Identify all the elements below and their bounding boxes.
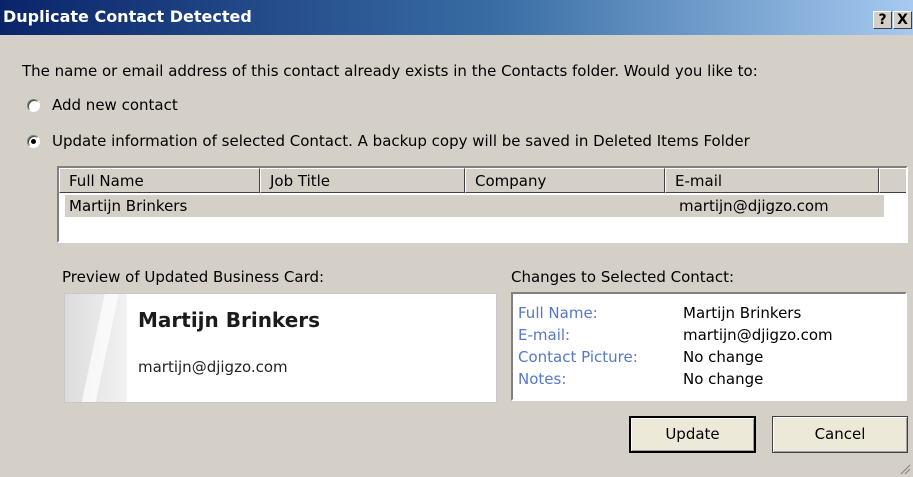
title-bar[interactable]: Duplicate Contact Detected ? X xyxy=(0,0,913,35)
change-field: Full Name: xyxy=(518,304,598,322)
change-value: No change xyxy=(683,348,764,366)
table-row[interactable]: Martijn Brinkers martijn@djigzo.com xyxy=(65,195,884,217)
update-button[interactable]: Update xyxy=(629,416,756,453)
list-header: Full Name Job Title Company E-mail xyxy=(59,168,906,193)
card-name: Martijn Brinkers xyxy=(138,308,321,332)
cell-email: martijn@djigzo.com xyxy=(679,197,829,215)
business-card-preview: Martijn Brinkers martijn@djigzo.com xyxy=(64,293,497,403)
resize-grip-icon[interactable] xyxy=(899,463,911,475)
card-email: martijn@djigzo.com xyxy=(138,358,288,376)
prompt-text: The name or email address of this contac… xyxy=(22,62,758,80)
help-button[interactable]: ? xyxy=(873,11,892,29)
update-contact-label: Update information of selected Contact. … xyxy=(52,132,750,150)
preview-label: Preview of Updated Business Card: xyxy=(62,268,325,286)
change-value: No change xyxy=(683,370,764,388)
duplicate-contact-dialog: Duplicate Contact Detected ? X The name … xyxy=(0,0,913,477)
change-field: Contact Picture: xyxy=(518,348,638,366)
update-contact-option[interactable]: Update information of selected Contact. … xyxy=(27,132,750,150)
change-field: Notes: xyxy=(518,370,567,388)
change-value: martijn@djigzo.com xyxy=(683,326,833,344)
update-contact-radio[interactable] xyxy=(27,134,40,148)
column-company[interactable]: Company xyxy=(465,168,665,193)
add-new-contact-radio[interactable] xyxy=(27,98,40,112)
add-new-contact-option[interactable]: Add new contact xyxy=(27,96,178,114)
changes-label: Changes to Selected Contact: xyxy=(511,268,735,286)
changes-panel: Full Name: Martijn Brinkers E-mail: mart… xyxy=(511,292,907,401)
column-job-title[interactable]: Job Title xyxy=(260,168,465,193)
cell-full-name: Martijn Brinkers xyxy=(69,197,188,215)
add-new-contact-label: Add new contact xyxy=(52,96,178,114)
change-value: Martijn Brinkers xyxy=(683,304,802,322)
card-decoration xyxy=(65,294,127,402)
close-button[interactable]: X xyxy=(893,11,912,29)
cancel-button[interactable]: Cancel xyxy=(772,416,908,453)
dialog-title: Duplicate Contact Detected xyxy=(3,7,252,26)
column-email[interactable]: E-mail xyxy=(665,168,879,193)
column-filler xyxy=(879,168,906,193)
change-field: E-mail: xyxy=(518,326,571,344)
column-full-name[interactable]: Full Name xyxy=(59,168,260,193)
contacts-list[interactable]: Full Name Job Title Company E-mail Marti… xyxy=(57,166,908,243)
